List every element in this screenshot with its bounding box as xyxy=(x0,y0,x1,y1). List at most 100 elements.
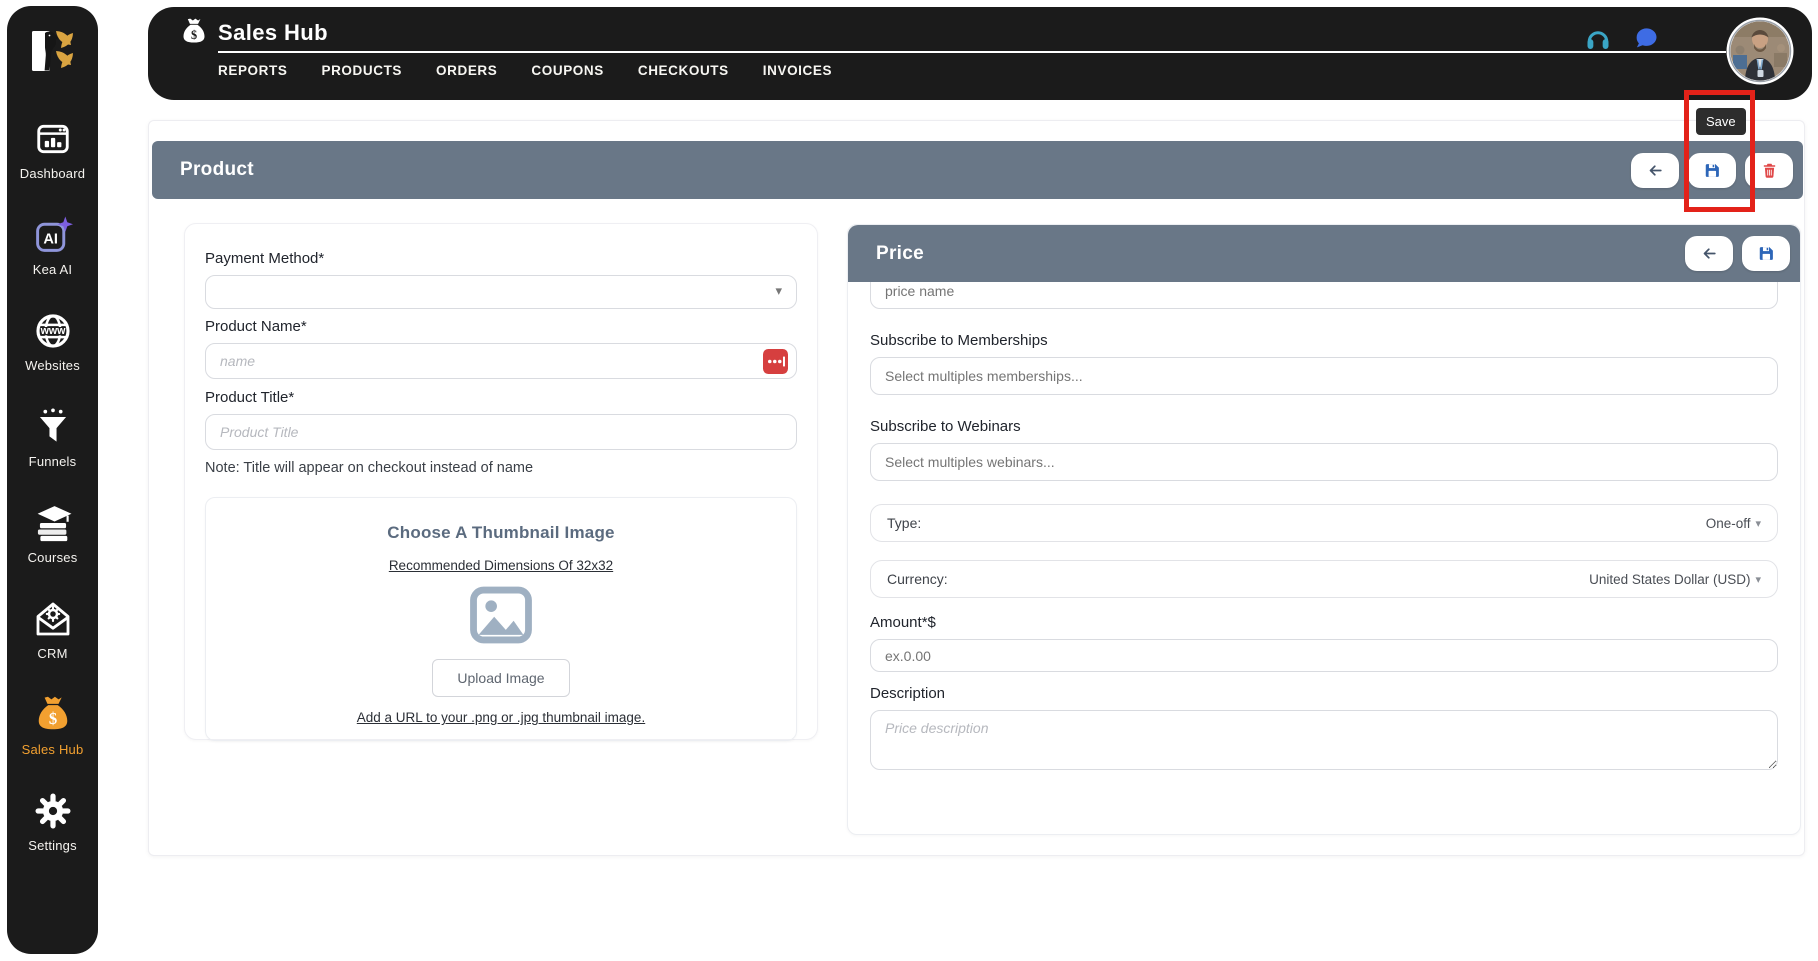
price-back-button[interactable] xyxy=(1685,236,1733,271)
price-header-bar: Price xyxy=(848,225,1800,282)
product-title-field-wrap xyxy=(205,414,797,450)
nav-invoices[interactable]: INVOICES xyxy=(763,63,832,78)
money-bag-icon: $ xyxy=(32,694,74,736)
image-placeholder-icon xyxy=(469,586,533,644)
product-name-field-wrap xyxy=(205,343,797,379)
headphones-icon[interactable] xyxy=(1584,24,1612,52)
product-form-card: Payment Method* ▾ Product Name* Prod xyxy=(184,223,818,740)
merge-fields-icon xyxy=(763,349,788,374)
save-button[interactable] xyxy=(1688,153,1736,188)
price-bar-actions xyxy=(1685,236,1790,271)
save-floppy-icon xyxy=(1758,245,1775,262)
payment-method-select[interactable]: ▾ xyxy=(205,275,797,309)
type-label: Type: xyxy=(887,515,921,531)
chevron-down-icon: ▾ xyxy=(775,283,782,299)
sidebar-item-label: CRM xyxy=(37,646,67,661)
description-label: Description xyxy=(870,685,1778,702)
main-content: Product xyxy=(148,120,1805,856)
nav-checkouts[interactable]: CHECKOUTS xyxy=(638,63,729,78)
product-title-note: Note: Title will appear on checkout inst… xyxy=(205,460,797,476)
svg-text:$: $ xyxy=(48,709,56,728)
thumbnail-url-link[interactable]: Add a URL to your .png or .jpg thumbnail… xyxy=(357,710,645,725)
funnel-icon xyxy=(32,406,74,448)
dashboard-icon xyxy=(32,118,74,160)
price-section-title: Price xyxy=(876,243,924,265)
description-textarea[interactable] xyxy=(870,710,1778,770)
price-save-button[interactable] xyxy=(1742,236,1790,271)
sidebar-nav: Dashboard AI Kea AI xyxy=(7,118,98,853)
back-button[interactable] xyxy=(1631,153,1679,188)
type-value: One-off xyxy=(1706,516,1751,531)
header-nav: REPORTS PRODUCTS ORDERS COUPONS CHECKOUT… xyxy=(218,63,832,78)
sidebar-item-crm[interactable]: CRM xyxy=(7,598,98,661)
kea-logo-icon xyxy=(25,22,81,78)
user-avatar[interactable] xyxy=(1726,17,1794,85)
memberships-label: Subscribe to Memberships xyxy=(870,332,1778,349)
type-row: Type: One-off ▾ xyxy=(870,504,1778,542)
amount-label: Amount*$ xyxy=(870,614,1778,631)
sidebar-item-funnels[interactable]: Funnels xyxy=(7,406,98,469)
image-placeholder xyxy=(206,586,796,649)
amount-input[interactable] xyxy=(870,639,1778,672)
gear-icon xyxy=(32,790,74,832)
top-header: $ Sales Hub REPORTS PRODUCTS ORDERS COUP… xyxy=(148,7,1812,100)
product-name-label: Product Name* xyxy=(205,318,797,335)
sidebar-item-courses[interactable]: Courses xyxy=(7,502,98,565)
svg-text:www: www xyxy=(39,325,66,337)
page: Dashboard AI Kea AI xyxy=(0,0,1818,961)
header-underline xyxy=(218,51,1726,53)
sidebar-item-label: Kea AI xyxy=(33,262,73,277)
header-icons xyxy=(1584,24,1660,52)
webinars-label: Subscribe to Webinars xyxy=(870,418,1778,435)
currency-row: Currency: United States Dollar (USD) ▾ xyxy=(870,560,1778,598)
payment-method-label: Payment Method* xyxy=(205,250,797,267)
app-logo[interactable] xyxy=(25,22,81,78)
thumbnail-title: Choose A Thumbnail Image xyxy=(206,523,796,543)
merge-fields-button[interactable] xyxy=(763,349,788,374)
sidebar-item-label: Sales Hub xyxy=(22,742,84,757)
delete-button[interactable] xyxy=(1745,153,1793,188)
trash-icon xyxy=(1761,162,1778,179)
globe-www-icon: www xyxy=(32,310,74,352)
price-card: Price xyxy=(847,224,1801,835)
save-tooltip: Save xyxy=(1696,108,1746,135)
nav-products[interactable]: PRODUCTS xyxy=(321,63,402,78)
save-floppy-icon xyxy=(1704,162,1721,179)
back-arrow-icon xyxy=(1701,245,1718,262)
product-section-title: Product xyxy=(180,159,254,181)
chat-icon[interactable] xyxy=(1632,24,1660,52)
product-header-bar: Product xyxy=(152,141,1803,199)
kea-ai-icon: AI xyxy=(32,214,74,256)
sidebar-item-dashboard[interactable]: Dashboard xyxy=(7,118,98,181)
sales-hub-bag-icon: $ xyxy=(180,16,208,48)
sidebar-item-label: Courses xyxy=(28,550,78,565)
type-select[interactable]: One-off ▾ xyxy=(1706,516,1761,531)
sidebar-item-label: Settings xyxy=(28,838,77,853)
currency-label: Currency: xyxy=(887,571,948,587)
currency-value: United States Dollar (USD) xyxy=(1589,572,1750,587)
currency-select[interactable]: United States Dollar (USD) ▾ xyxy=(1589,572,1761,587)
nav-reports[interactable]: REPORTS xyxy=(218,63,287,78)
sidebar-item-kea-ai[interactable]: AI Kea AI xyxy=(7,214,98,277)
sidebar-item-websites[interactable]: www Websites xyxy=(7,310,98,373)
page-title: Sales Hub xyxy=(218,20,328,46)
sidebar: Dashboard AI Kea AI xyxy=(7,6,98,954)
svg-text:AI: AI xyxy=(43,231,58,247)
thumbnail-dimensions-link: Recommended Dimensions Of 32x32 xyxy=(389,558,613,573)
crm-icon xyxy=(32,598,74,640)
product-bar-actions xyxy=(1631,153,1793,188)
sidebar-item-label: Dashboard xyxy=(20,166,85,181)
sidebar-item-sales-hub[interactable]: $ Sales Hub xyxy=(7,694,98,757)
thumbnail-card: Choose A Thumbnail Image Recommended Dim… xyxy=(205,497,797,741)
upload-image-button[interactable]: Upload Image xyxy=(432,659,569,697)
product-title-input[interactable] xyxy=(205,414,797,450)
product-name-input[interactable] xyxy=(205,343,797,379)
chevron-down-icon: ▾ xyxy=(1755,517,1761,530)
webinars-input[interactable] xyxy=(870,443,1778,481)
sidebar-item-label: Funnels xyxy=(29,454,77,469)
nav-orders[interactable]: ORDERS xyxy=(436,63,497,78)
price-fields: Name* Subscribe to Memberships Subscribe… xyxy=(848,225,1800,775)
sidebar-item-settings[interactable]: Settings xyxy=(7,790,98,853)
memberships-input[interactable] xyxy=(870,357,1778,395)
nav-coupons[interactable]: COUPONS xyxy=(531,63,603,78)
